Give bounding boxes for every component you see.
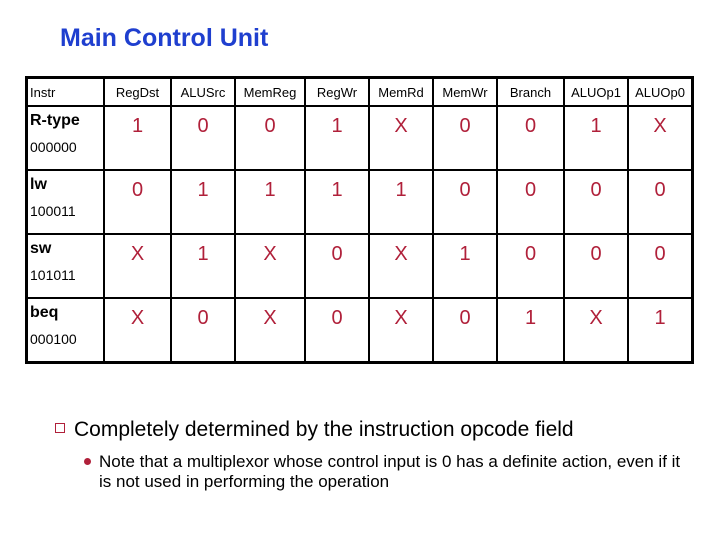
value-cell: 0	[496, 169, 565, 235]
table-row: lw 100011 0 1 1 1 1 0 0 0 0	[25, 169, 694, 235]
dot-bullet-icon	[84, 458, 91, 465]
value-cell: 0	[304, 233, 370, 299]
instr-cell: lw 100011	[25, 169, 105, 235]
value-cell: X	[627, 105, 694, 171]
value-cell: X	[368, 233, 434, 299]
header-memrd: MemRd	[368, 76, 434, 107]
value-cell: 1	[496, 297, 565, 364]
instr-name: beq	[30, 304, 59, 321]
value-cell: 0	[234, 105, 306, 171]
value-cell: X	[234, 297, 306, 364]
sub-bullet: Note that a multiplexor whose control in…	[84, 452, 686, 492]
header-memreg: MemReg	[234, 76, 306, 107]
value-cell: 0	[432, 297, 498, 364]
instr-cell: R-type 000000	[25, 105, 105, 171]
header-memwr: MemWr	[432, 76, 498, 107]
header-regdst: RegDst	[103, 76, 172, 107]
instr-opcode: 000000	[30, 139, 77, 155]
value-cell: 0	[496, 105, 565, 171]
value-cell: 0	[304, 297, 370, 364]
value-cell: 0	[432, 105, 498, 171]
main-bullet: Completely determined by the instruction…	[55, 418, 574, 442]
header-regwr: RegWr	[304, 76, 370, 107]
value-cell: 0	[170, 297, 236, 364]
value-cell: 0	[563, 169, 629, 235]
value-cell: 1	[432, 233, 498, 299]
instr-name: sw	[30, 240, 52, 257]
value-cell: 0	[170, 105, 236, 171]
value-cell: 1	[627, 297, 694, 364]
main-bullet-text: Completely determined by the instruction…	[74, 418, 574, 441]
instr-opcode: 000100	[30, 331, 77, 347]
value-cell: 1	[304, 169, 370, 235]
control-signal-table: Instr RegDst ALUSrc MemReg RegWr MemRd M…	[25, 76, 694, 364]
value-cell: 0	[627, 233, 694, 299]
value-cell: X	[368, 297, 434, 364]
value-cell: 1	[304, 105, 370, 171]
value-cell: 1	[170, 233, 236, 299]
instr-opcode: 100011	[30, 203, 76, 219]
value-cell: 1	[234, 169, 306, 235]
slide-title: Main Control Unit	[60, 24, 269, 52]
value-cell: 0	[627, 169, 694, 235]
value-cell: 0	[103, 169, 172, 235]
value-cell: X	[103, 297, 172, 364]
table-header-row: Instr RegDst ALUSrc MemReg RegWr MemRd M…	[25, 76, 694, 107]
table-row: R-type 000000 1 0 0 1 X 0 0 1 X	[25, 105, 694, 171]
value-cell: X	[563, 297, 629, 364]
value-cell: 1	[563, 105, 629, 171]
instr-cell: sw 101011	[25, 233, 105, 299]
header-instr: Instr	[25, 76, 105, 107]
value-cell: 0	[563, 233, 629, 299]
value-cell: X	[368, 105, 434, 171]
value-cell: 0	[496, 233, 565, 299]
value-cell: 1	[103, 105, 172, 171]
table-row: sw 101011 X 1 X 0 X 1 0 0 0	[25, 233, 694, 299]
value-cell: 1	[368, 169, 434, 235]
header-aluop1: ALUOp1	[563, 76, 629, 107]
instr-name: lw	[30, 176, 47, 193]
header-branch: Branch	[496, 76, 565, 107]
header-aluop0: ALUOp0	[627, 76, 694, 107]
value-cell: X	[234, 233, 306, 299]
instr-name: R-type	[30, 112, 80, 129]
header-alusrc: ALUSrc	[170, 76, 236, 107]
table-row: beq 000100 X 0 X 0 X 0 1 X 1	[25, 297, 694, 364]
value-cell: X	[103, 233, 172, 299]
sub-bullet-text: Note that a multiplexor whose control in…	[99, 452, 681, 491]
instr-opcode: 101011	[30, 267, 76, 283]
value-cell: 1	[170, 169, 236, 235]
value-cell: 0	[432, 169, 498, 235]
square-bullet-icon	[55, 423, 65, 434]
instr-cell: beq 000100	[25, 297, 105, 364]
